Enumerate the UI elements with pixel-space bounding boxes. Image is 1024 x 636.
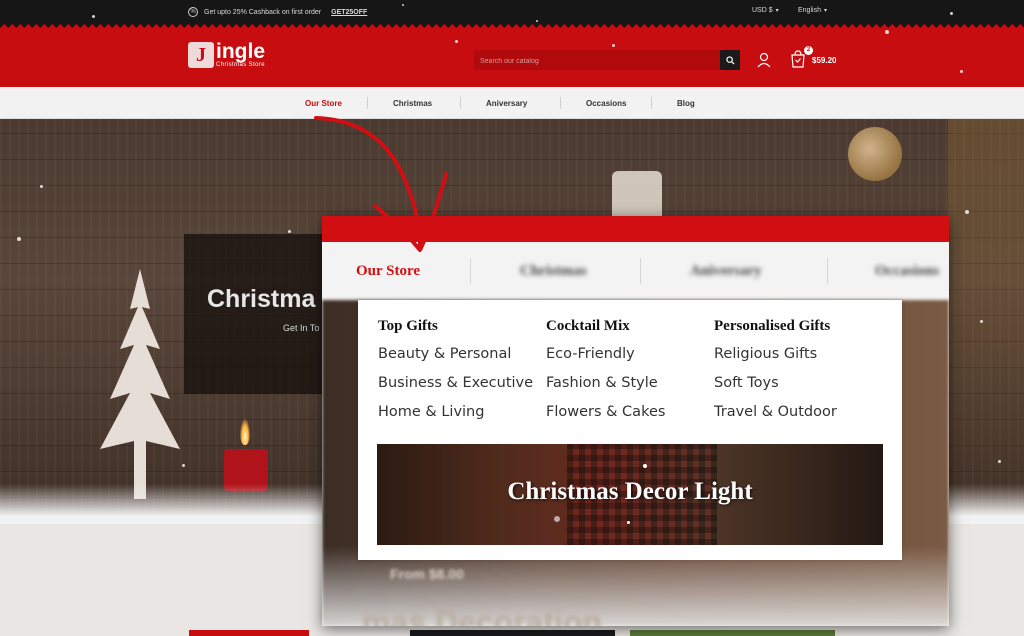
user-icon[interactable] [756, 52, 772, 68]
nav-item-occasions[interactable]: Occasions [586, 99, 626, 108]
zoom-callout: Our Store Christmas Aniversary Occasions… [322, 216, 949, 626]
mega-menu-column: Cocktail Mix Eco-Friendly Fashion & Styl… [546, 318, 665, 433]
menu-link[interactable]: Home & Living [378, 404, 533, 433]
language-selector[interactable]: English ▾ [798, 7, 827, 14]
column-heading[interactable]: Personalised Gifts [714, 318, 837, 335]
product-tab[interactable] [189, 630, 309, 636]
promo-banner: % Get upto 25% Cashback on first order G… [188, 7, 367, 17]
hero-price-text: From $8.00 [390, 566, 464, 582]
column-heading[interactable]: Cocktail Mix [546, 318, 665, 335]
logo-name: ingle [216, 40, 266, 63]
currency-selector[interactable]: USD $ ▾ [752, 7, 779, 14]
search-box [474, 50, 740, 72]
site-header: J ingle Christmas Store 2 $59.20 [0, 24, 1024, 87]
language-label: English [798, 7, 821, 14]
menu-link[interactable]: Beauty & Personal [378, 346, 533, 375]
nav-divider [827, 258, 828, 284]
nav-item-our-store[interactable]: Our Store [305, 99, 342, 108]
mega-menu-dropdown: Top Gifts Beauty & Personal Business & E… [358, 300, 902, 560]
currency-label: USD $ [752, 7, 773, 14]
percent-icon: % [188, 7, 198, 17]
product-tab[interactable] [630, 630, 835, 636]
chevron-down-icon: ▾ [775, 8, 779, 14]
zoom-nav-our-store[interactable]: Our Store [356, 263, 420, 280]
zigzag-border [0, 24, 1024, 30]
nav-divider [560, 97, 561, 109]
nav-divider [367, 97, 368, 109]
nav-item-aniversary[interactable]: Aniversary [486, 99, 527, 108]
lantern-decoration [612, 171, 662, 221]
cart-total[interactable]: $59.20 [812, 56, 836, 65]
menu-link[interactable]: Religious Gifts [714, 346, 837, 375]
garland-decoration [948, 119, 1024, 524]
search-button[interactable] [720, 50, 740, 70]
menu-promo-banner[interactable]: Christmas Decor Light [377, 444, 883, 545]
zoom-header-band [322, 216, 949, 242]
menu-link[interactable]: Eco-Friendly [546, 346, 665, 375]
nav-item-christmas[interactable]: Christmas [393, 99, 432, 108]
search-input[interactable] [474, 51, 704, 72]
search-icon [725, 55, 735, 65]
menu-link[interactable]: Fashion & Style [546, 375, 665, 404]
menu-link[interactable]: Flowers & Cakes [546, 404, 665, 433]
nav-divider [651, 97, 652, 109]
column-heading[interactable]: Top Gifts [378, 318, 533, 335]
nav-divider [460, 97, 461, 109]
promo-code-link[interactable]: GET25OFF [331, 9, 367, 16]
hero-heading-blurred: mas Decoration [362, 604, 603, 626]
ornament-decoration [848, 127, 902, 181]
logo-tagline: Christmas Store [216, 62, 266, 68]
menu-link[interactable]: Soft Toys [714, 375, 837, 404]
zoom-nav: Our Store Christmas Aniversary Occasions [322, 242, 949, 300]
mega-menu-column: Personalised Gifts Religious Gifts Soft … [714, 318, 837, 433]
top-bar: % Get upto 25% Cashback on first order G… [0, 0, 1024, 24]
hero-text-panel [184, 234, 324, 394]
hero-title: Christma [207, 285, 316, 313]
store-logo[interactable]: J ingle Christmas Store [188, 40, 266, 68]
promo-text: Get upto 25% Cashback on first order [204, 8, 322, 16]
logo-mark: J [188, 42, 214, 68]
zoom-nav-aniversary[interactable]: Aniversary [690, 263, 762, 280]
nav-divider [470, 258, 471, 284]
tree-decoration [100, 269, 180, 499]
menu-link[interactable]: Travel & Outdoor [714, 404, 837, 433]
nav-item-blog[interactable]: Blog [677, 99, 695, 108]
candle-flame [240, 419, 250, 445]
product-tab[interactable] [410, 630, 615, 636]
zoom-nav-christmas[interactable]: Christmas [520, 263, 587, 280]
hero-subtitle: Get In To [283, 323, 320, 333]
zoom-nav-occasions[interactable]: Occasions [875, 263, 939, 280]
menu-link[interactable]: Business & Executive [378, 375, 533, 404]
cart-count-badge: 2 [804, 46, 813, 55]
chevron-down-icon: ▾ [823, 8, 827, 14]
mega-menu-column: Top Gifts Beauty & Personal Business & E… [378, 318, 533, 433]
nav-divider [640, 258, 641, 284]
main-nav: Our Store Christmas Aniversary Occasions… [0, 87, 1024, 119]
banner-title: Christmas Decor Light [507, 478, 753, 505]
